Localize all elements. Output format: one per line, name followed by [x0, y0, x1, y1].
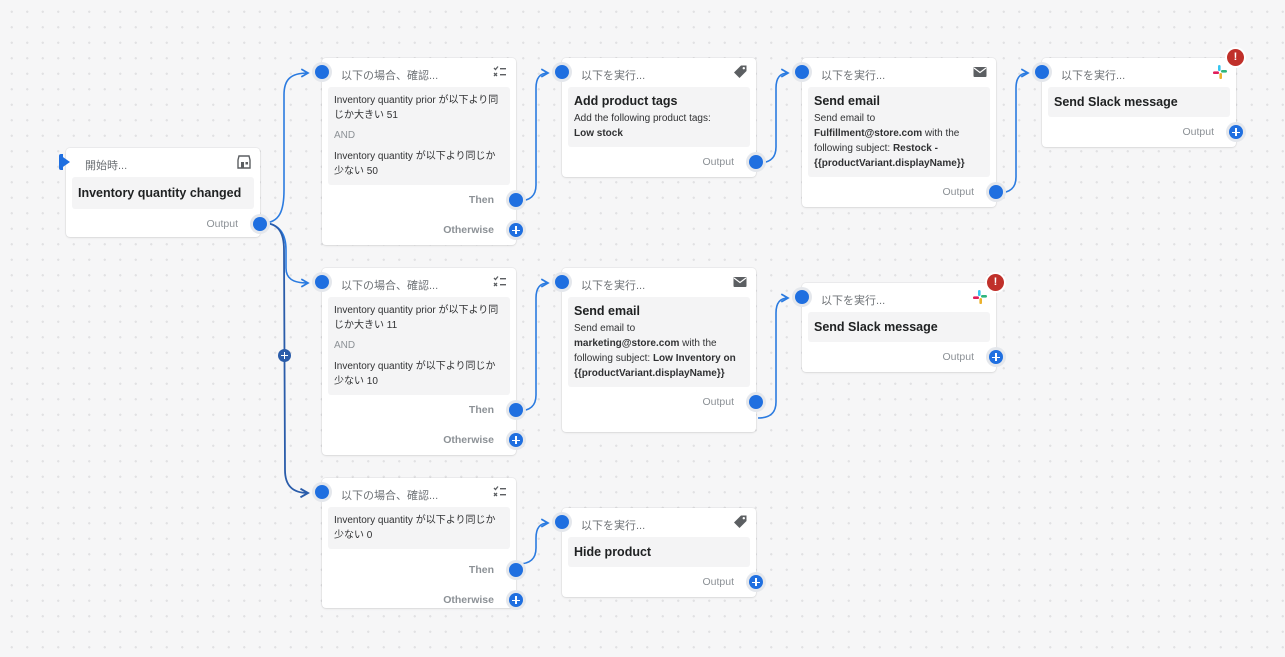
- connector-cond3-hide: [517, 518, 550, 565]
- step-title: Send Slack message: [1054, 95, 1178, 109]
- output-label: Output: [702, 396, 734, 408]
- add-otherwise-button[interactable]: [509, 433, 523, 447]
- action-card-slack[interactable]: ! 以下を実行... Send Slack message Output: [795, 274, 1004, 372]
- input-port[interactable]: [795, 65, 809, 79]
- condition-card[interactable]: 以下の場合、確認... Inventory quantity が以下より同じか少…: [315, 478, 523, 608]
- tag-value: Low stock: [574, 128, 623, 139]
- step-kind-label: 以下を実行...: [581, 520, 646, 532]
- connector-trigger-cond1: [262, 68, 310, 224]
- mail-icon: [973, 67, 987, 77]
- add-branch-button[interactable]: [278, 349, 291, 362]
- connector-cond2-email2: [517, 278, 550, 412]
- output-label: Output: [702, 156, 734, 168]
- step-kind-label: 以下を実行...: [581, 70, 646, 82]
- trigger-arrow-icon: [60, 155, 70, 169]
- output-label: Output: [1182, 126, 1214, 138]
- add-step-button[interactable]: [749, 575, 763, 589]
- then-label: Then: [468, 194, 494, 206]
- tag-icon: [734, 515, 747, 528]
- step-kind-label: 以下の場合、確認...: [341, 280, 439, 292]
- step-title: Hide product: [574, 545, 652, 559]
- then-label: Then: [468, 404, 494, 416]
- input-port[interactable]: [795, 290, 809, 304]
- condition-card[interactable]: 以下の場合、確認... Inventory quantity prior が以下…: [315, 268, 523, 455]
- condition-rule: Inventory quantity prior が以下より同じか大きい 11: [334, 305, 499, 331]
- action-card-add-tags[interactable]: 以下を実行... Add product tags Add the follow…: [555, 58, 763, 177]
- checklist-icon: [493, 66, 506, 77]
- then-label: Then: [468, 564, 494, 576]
- step-kind-label: 以下の場合、確認...: [341, 490, 439, 502]
- step-description: Send email to marketing@store.com with t…: [574, 321, 744, 381]
- output-label: Output: [942, 351, 974, 363]
- action-card-send-email[interactable]: 以下を実行... Send email Send email to Fulfil…: [795, 58, 1003, 207]
- step-title: Add product tags: [574, 94, 678, 108]
- then-port[interactable]: [509, 403, 523, 417]
- condition-rule: Inventory quantity が以下より同じか少ない 50: [334, 151, 496, 177]
- input-port[interactable]: [315, 65, 329, 79]
- connector-cond1-tags: [517, 68, 550, 202]
- condition-rule: Inventory quantity prior が以下より同じか大きい 51: [334, 95, 499, 121]
- input-port[interactable]: [555, 275, 569, 289]
- step-kind-label: 以下の場合、確認...: [341, 70, 439, 82]
- output-port[interactable]: [989, 185, 1003, 199]
- connector-tags-email1: [757, 68, 790, 164]
- output-label: Output: [206, 218, 238, 230]
- slack-icon: [973, 290, 987, 304]
- email-recipient: Fulfillment@store.com: [814, 128, 923, 139]
- email-recipient: marketing@store.com: [574, 338, 680, 349]
- action-card-slack[interactable]: ! 以下を実行... Send Slack message Output: [1035, 49, 1244, 147]
- step-title: Send Slack message: [814, 320, 938, 334]
- connector-email1-slack1: [997, 68, 1030, 194]
- step-title: Inventory quantity changed: [78, 186, 242, 200]
- step-kind-label: 以下を実行...: [821, 70, 886, 82]
- action-card-hide-product[interactable]: 以下を実行... Hide product Output: [555, 508, 763, 597]
- condition-joiner: AND: [334, 130, 356, 141]
- then-port[interactable]: [509, 193, 523, 207]
- output-port[interactable]: [253, 217, 267, 231]
- step-kind-label: 以下を実行...: [821, 295, 886, 307]
- output-port[interactable]: [749, 395, 763, 409]
- store-icon: [237, 155, 251, 169]
- input-port[interactable]: [315, 275, 329, 289]
- add-otherwise-button[interactable]: [509, 223, 523, 237]
- checklist-icon: [493, 276, 506, 287]
- condition-rule: Inventory quantity が以下より同じか少ない 0: [334, 515, 496, 541]
- input-port[interactable]: [555, 65, 569, 79]
- condition-card[interactable]: 以下の場合、確認... Inventory quantity prior が以下…: [315, 58, 523, 245]
- output-port[interactable]: [749, 155, 763, 169]
- output-label: Output: [942, 186, 974, 198]
- otherwise-label: Otherwise: [443, 594, 494, 606]
- connector-trigger-cond2: [262, 222, 310, 288]
- action-card-send-email[interactable]: 以下を実行... Send email Send email to market…: [555, 268, 763, 432]
- mail-icon: [733, 277, 747, 287]
- then-port[interactable]: [509, 563, 523, 577]
- step-kind-label: 以下を実行...: [581, 280, 646, 292]
- input-port[interactable]: [555, 515, 569, 529]
- otherwise-label: Otherwise: [443, 224, 494, 236]
- desc-text: Add the following product tags:: [574, 113, 711, 124]
- condition-rule: Inventory quantity が以下より同じか少ない 10: [334, 361, 496, 387]
- add-step-button[interactable]: [989, 350, 1003, 364]
- step-title: Send email: [814, 94, 880, 108]
- add-step-button[interactable]: [1229, 125, 1243, 139]
- input-port[interactable]: [1035, 65, 1049, 79]
- otherwise-label: Otherwise: [443, 434, 494, 446]
- step-description: Add the following product tags: Low stoc…: [574, 111, 744, 141]
- checklist-icon: [493, 486, 506, 497]
- step-description: Send email to Fulfillment@store.com with…: [814, 111, 984, 171]
- step-kind-label: 以下を実行...: [1061, 70, 1126, 82]
- step-title: Send email: [574, 304, 640, 318]
- input-port[interactable]: [315, 485, 329, 499]
- step-kind-label: 開始時...: [85, 160, 128, 172]
- slack-icon: [1213, 65, 1227, 79]
- desc-text: Send email to: [574, 323, 636, 334]
- condition-joiner: AND: [334, 340, 356, 351]
- add-otherwise-button[interactable]: [509, 593, 523, 607]
- tag-icon: [734, 65, 747, 78]
- desc-text: Send email to: [814, 113, 876, 124]
- trigger-card[interactable]: 開始時... Inventory quantity changed Output: [59, 148, 267, 237]
- output-label: Output: [702, 576, 734, 588]
